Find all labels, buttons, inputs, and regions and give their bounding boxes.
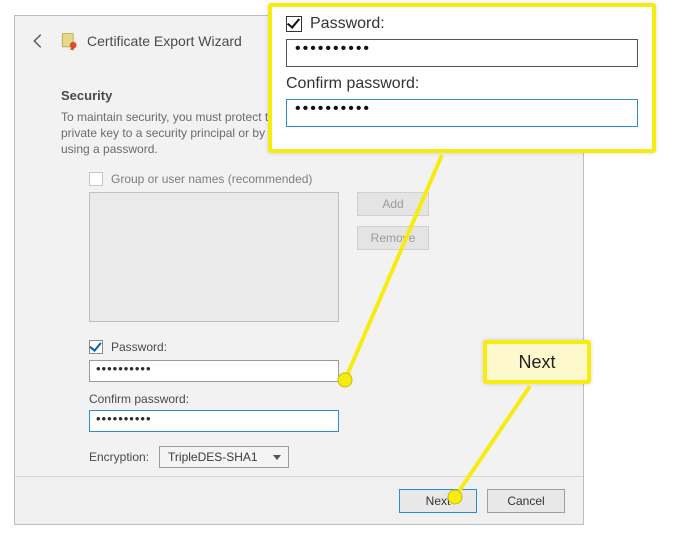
cancel-button[interactable]: Cancel — [487, 489, 565, 513]
group-users-checkbox[interactable] — [89, 172, 103, 186]
back-arrow-icon — [27, 30, 49, 52]
security-options: Group or user names (recommended) Add Re… — [89, 172, 553, 468]
security-description: To maintain security, you must protect t… — [61, 109, 291, 158]
callout-next-label: Next — [518, 352, 555, 373]
group-users-checkbox-row[interactable]: Group or user names (recommended) — [89, 172, 553, 186]
confirm-password-label: Confirm password: — [89, 392, 553, 406]
encryption-select[interactable]: TripleDES-SHA1 — [159, 446, 289, 468]
wizard-title: Certificate Export Wizard — [87, 33, 242, 49]
group-users-buttons: Add Remove — [357, 192, 429, 250]
group-users-label: Group or user names (recommended) — [111, 172, 312, 186]
callout-password-input: •••••••••• — [286, 39, 638, 67]
callout-confirm-input: •••••••••• — [286, 99, 638, 127]
callout-password-label: Password: — [310, 15, 385, 33]
callout-confirm-label: Confirm password: — [286, 75, 638, 93]
password-checkbox[interactable] — [89, 340, 103, 354]
password-callout: Password: •••••••••• Confirm password: •… — [268, 3, 656, 153]
next-button[interactable]: Next — [399, 489, 477, 513]
callout-password-checkbox-icon — [286, 16, 302, 32]
password-input[interactable]: •••••••••• — [89, 360, 339, 382]
callout-password-row: Password: — [286, 15, 638, 33]
group-users-area: Add Remove — [89, 192, 553, 322]
password-checkbox-label: Password: — [111, 340, 167, 354]
remove-button: Remove — [357, 226, 429, 250]
wizard-footer: Next Cancel — [15, 476, 583, 524]
encryption-label: Encryption: — [89, 450, 149, 464]
back-button[interactable] — [27, 30, 49, 52]
certificate-icon — [59, 31, 79, 51]
next-button-callout: Next — [483, 340, 591, 384]
add-button: Add — [357, 192, 429, 216]
confirm-password-input[interactable]: •••••••••• — [89, 410, 339, 432]
encryption-row: Encryption: TripleDES-SHA1 — [89, 446, 553, 468]
group-users-listbox — [89, 192, 339, 322]
encryption-selected-value: TripleDES-SHA1 — [168, 450, 258, 464]
